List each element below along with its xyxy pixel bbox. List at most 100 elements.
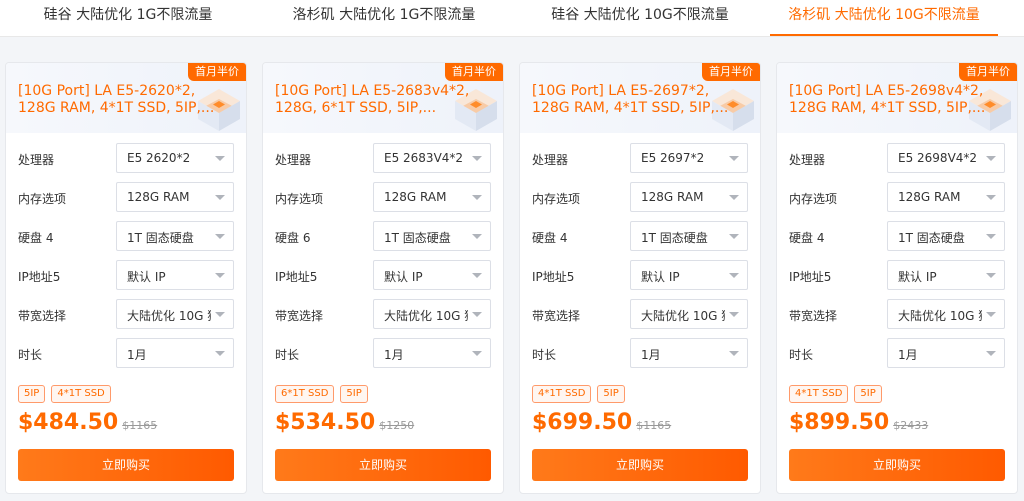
ip-select[interactable]: 默认 IP bbox=[630, 260, 748, 290]
option-label: 硬盘 4 bbox=[18, 231, 54, 245]
chevron-down-icon bbox=[215, 234, 225, 239]
option-label: 时长 bbox=[789, 348, 814, 362]
ip-select[interactable]: 默认 IP bbox=[116, 260, 234, 290]
select-value: 128G RAM bbox=[127, 190, 190, 204]
option-label: 硬盘 4 bbox=[789, 231, 825, 245]
promo-badge: 首月半价 bbox=[959, 63, 1017, 81]
option-row-memory: 内存选项 128G RAM bbox=[789, 182, 1007, 214]
select-value: 大陆优化 10G 猴 bbox=[127, 309, 211, 323]
chevron-down-icon bbox=[729, 351, 739, 356]
chevron-down-icon bbox=[986, 156, 996, 161]
chevron-down-icon bbox=[472, 195, 482, 200]
option-row-disk: 硬盘 4 1T 固态硬盘 bbox=[18, 221, 236, 253]
disk-select[interactable]: 1T 固态硬盘 bbox=[116, 221, 234, 251]
chevron-down-icon bbox=[215, 312, 225, 317]
tab-la-10g[interactable]: 洛杉矶 大陆优化 10G不限流量 bbox=[770, 0, 998, 36]
select-value: E5 2697*2 bbox=[641, 151, 705, 165]
option-row-memory: 内存选项 128G RAM bbox=[18, 182, 236, 214]
ip-select[interactable]: 默认 IP bbox=[887, 260, 1005, 290]
option-label: 处理器 bbox=[18, 153, 55, 167]
disk-select[interactable]: 1T 固态硬盘 bbox=[373, 221, 491, 251]
buy-now-button[interactable]: 立即购买 bbox=[532, 449, 748, 481]
promo-badge: 首月半价 bbox=[188, 63, 246, 81]
select-value: E5 2620*2 bbox=[127, 151, 191, 165]
duration-select[interactable]: 1月 bbox=[116, 338, 234, 368]
select-value: 1T 固态硬盘 bbox=[641, 231, 708, 245]
option-label: 硬盘 4 bbox=[532, 231, 568, 245]
tab-la-1g[interactable]: 洛杉矶 大陆优化 1G不限流量 bbox=[258, 0, 510, 34]
feature-tag: 4*1T SSD bbox=[789, 385, 849, 403]
feature-tag: 5IP bbox=[340, 385, 368, 403]
feature-tags: 4*1T SSD 5IP bbox=[532, 385, 631, 403]
chevron-down-icon bbox=[986, 273, 996, 278]
cpu-select[interactable]: E5 2683V4*2 bbox=[373, 143, 491, 173]
select-value: 128G RAM bbox=[641, 190, 704, 204]
chevron-down-icon bbox=[472, 351, 482, 356]
option-label: IP地址5 bbox=[275, 270, 318, 284]
option-label: 处理器 bbox=[532, 153, 569, 167]
duration-select[interactable]: 1月 bbox=[630, 338, 748, 368]
bandwidth-select[interactable]: 大陆优化 10G 猴 bbox=[116, 299, 234, 329]
price-block: $534.50 $1250 bbox=[275, 410, 414, 440]
bandwidth-select[interactable]: 大陆优化 10G 猴 bbox=[373, 299, 491, 329]
tab-sv-10g[interactable]: 硅谷 大陆优化 10G不限流量 bbox=[514, 0, 766, 34]
product-card: 首月半价 [10G Port] LA E5-2697*2, 128G RAM, … bbox=[519, 62, 761, 494]
feature-tag: 5IP bbox=[18, 385, 46, 403]
promo-badge: 首月半价 bbox=[445, 63, 503, 81]
option-row-duration: 时长 1月 bbox=[789, 338, 1007, 370]
card-title: [10G Port] LA E5-2683v4*2, 128G, 6*1T SS… bbox=[275, 83, 470, 116]
option-row-disk: 硬盘 6 1T 固态硬盘 bbox=[275, 221, 493, 253]
select-value: 默认 IP bbox=[898, 270, 937, 284]
select-value: 1月 bbox=[641, 348, 661, 362]
price-block: $699.50 $1165 bbox=[532, 410, 671, 440]
current-price: $699.50 bbox=[532, 410, 633, 435]
duration-select[interactable]: 1月 bbox=[373, 338, 491, 368]
buy-now-button[interactable]: 立即购买 bbox=[275, 449, 491, 481]
select-value: 1月 bbox=[127, 348, 147, 362]
option-row-ip: IP地址5 默认 IP bbox=[18, 260, 236, 292]
option-row-bandwidth: 带宽选择 大陆优化 10G 猴 bbox=[275, 299, 493, 331]
card-title: [10G Port] LA E5-2698v4*2, 128G RAM, 4*1… bbox=[789, 83, 986, 116]
chevron-down-icon bbox=[729, 195, 739, 200]
product-tab-bar: 硅谷 大陆优化 1G不限流量 洛杉矶 大陆优化 1G不限流量 硅谷 大陆优化 1… bbox=[0, 0, 1024, 37]
original-price: $1250 bbox=[379, 419, 415, 432]
option-label: 带宽选择 bbox=[532, 309, 581, 323]
chevron-down-icon bbox=[215, 195, 225, 200]
memory-select[interactable]: 128G RAM bbox=[373, 182, 491, 212]
feature-tag: 5IP bbox=[854, 385, 882, 403]
select-value: 1月 bbox=[384, 348, 404, 362]
memory-select[interactable]: 128G RAM bbox=[887, 182, 1005, 212]
select-value: 128G RAM bbox=[384, 190, 447, 204]
chevron-down-icon bbox=[986, 312, 996, 317]
select-value: 大陆优化 10G 猴 bbox=[384, 309, 468, 323]
chevron-down-icon bbox=[215, 156, 225, 161]
chevron-down-icon bbox=[729, 156, 739, 161]
option-row-bandwidth: 带宽选择 大陆优化 10G 猴 bbox=[789, 299, 1007, 331]
disk-select[interactable]: 1T 固态硬盘 bbox=[887, 221, 1005, 251]
memory-select[interactable]: 128G RAM bbox=[630, 182, 748, 212]
option-row-ip: IP地址5 默认 IP bbox=[275, 260, 493, 292]
select-value: E5 2683V4*2 bbox=[384, 151, 464, 165]
select-value: 128G RAM bbox=[898, 190, 961, 204]
option-label: 带宽选择 bbox=[789, 309, 838, 323]
product-card: 首月半价 [10G Port] LA E5-2620*2, 128G RAM, … bbox=[5, 62, 247, 494]
buy-now-button[interactable]: 立即购买 bbox=[18, 449, 234, 481]
select-value: 1T 固态硬盘 bbox=[898, 231, 965, 245]
bandwidth-select[interactable]: 大陆优化 10G 猴 bbox=[887, 299, 1005, 329]
select-value: 大陆优化 10G 猴 bbox=[898, 309, 982, 323]
chevron-down-icon bbox=[986, 234, 996, 239]
current-price: $534.50 bbox=[275, 410, 376, 435]
ip-select[interactable]: 默认 IP bbox=[373, 260, 491, 290]
option-row-duration: 时长 1月 bbox=[275, 338, 493, 370]
buy-now-button[interactable]: 立即购买 bbox=[789, 449, 1005, 481]
cpu-select[interactable]: E5 2698V4*2 bbox=[887, 143, 1005, 173]
price-block: $484.50 $1165 bbox=[18, 410, 157, 440]
cpu-select[interactable]: E5 2697*2 bbox=[630, 143, 748, 173]
memory-select[interactable]: 128G RAM bbox=[116, 182, 234, 212]
duration-select[interactable]: 1月 bbox=[887, 338, 1005, 368]
chevron-down-icon bbox=[729, 312, 739, 317]
disk-select[interactable]: 1T 固态硬盘 bbox=[630, 221, 748, 251]
cpu-select[interactable]: E5 2620*2 bbox=[116, 143, 234, 173]
tab-sv-1g[interactable]: 硅谷 大陆优化 1G不限流量 bbox=[2, 0, 254, 34]
bandwidth-select[interactable]: 大陆优化 10G 猴 bbox=[630, 299, 748, 329]
